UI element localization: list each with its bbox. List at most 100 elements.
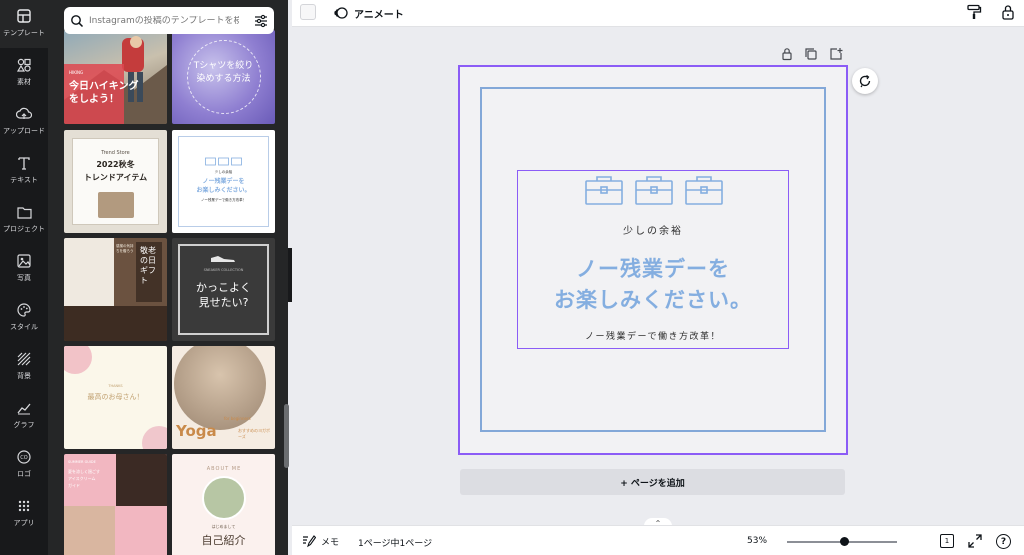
template-thumb-trend[interactable]: Trend Store 2022秋冬 トレンドアイテム (64, 130, 167, 233)
mini-headline: ノー残業デーを お楽しみください。 (196, 178, 251, 194)
respect-caption: 感謝の気持ちを贈ろう (116, 244, 134, 253)
refresh-comment-icon (859, 75, 871, 88)
panel-scrollbar[interactable] (284, 404, 289, 468)
sneaker-icon (211, 256, 235, 262)
lock-icon[interactable] (1000, 4, 1016, 20)
yoga-title: Yoga (176, 422, 217, 440)
rail-label: 写真 (17, 274, 31, 282)
rail-item-logo[interactable]: CO ロゴ (0, 441, 48, 489)
rail-label: 背景 (17, 372, 31, 380)
search-icon (71, 14, 84, 27)
ice-cream-title: 夏を涼しく過ごす アイスクリーム ガイド (68, 469, 101, 488)
rail-item-background[interactable]: 背景 (0, 343, 48, 391)
palette-icon (16, 302, 32, 318)
lock-page-icon[interactable] (780, 47, 794, 61)
profile-photo (202, 476, 246, 520)
rail-item-templates[interactable]: テンプレート (0, 0, 48, 48)
template-thumb-tiedye[interactable]: Tシャツを絞り 染めする方法 (172, 30, 275, 124)
rail-label: 素材 (17, 78, 31, 86)
canvas-stage: 少しの余裕 ノー残業デーを お楽しみください。 ノー残業デーで働き方改革！ + … (292, 27, 1024, 528)
template-thumb-mothers-day[interactable]: THANKS 最高のお母さん！ (64, 346, 167, 449)
template-thumb-yoga[interactable]: Yoga for beginners おすすめのヨガポーズ (172, 346, 275, 449)
text-icon (16, 155, 32, 171)
trend-photo (98, 192, 134, 218)
page-selection-outline (458, 65, 848, 455)
flower-decoration (142, 426, 167, 449)
notes-button[interactable]: メモ (302, 534, 339, 548)
add-page-icon[interactable] (829, 47, 843, 61)
template-search[interactable] (64, 7, 274, 34)
sneaker-caption: SNEAKER COLLECTION (203, 268, 244, 272)
template-thumb-no-overtime[interactable]: 少しの余裕 ノー残業デーを お楽しみください。 ノー残業デーで働き方改革！ (172, 130, 275, 233)
template-thumb-ice-cream[interactable]: SUMMER GUIDE 夏を涼しく過ごす アイスクリーム ガイド (64, 454, 167, 555)
upload-icon (16, 106, 32, 122)
apps-icon (16, 498, 32, 514)
page-count: 1ページ中1ページ (358, 539, 433, 549)
photo-icon (16, 253, 32, 269)
rail-item-uploads[interactable]: アップロード (0, 98, 48, 146)
filter-icon[interactable] (254, 14, 268, 28)
background-icon (16, 351, 32, 367)
mothers-title: 最高のお母さん！ (87, 393, 144, 401)
hiking-tag: HIKING (69, 70, 84, 75)
rail-item-projects[interactable]: プロジェクト (0, 196, 48, 244)
folder-icon (16, 204, 32, 220)
yoga-photo (174, 346, 266, 430)
about-sub: はじめまして (211, 524, 236, 529)
add-page-button[interactable]: + ページを追加 (460, 469, 845, 495)
fullscreen-icon[interactable] (968, 534, 982, 548)
bottom-bar: メモ 1ページ中1ページ 53% 1 ? (292, 525, 1024, 555)
sneaker-title: かっこよく 見せたい? (196, 281, 251, 309)
tea-photo (64, 238, 114, 306)
rail-item-photos[interactable]: 写真 (0, 245, 48, 293)
chart-icon (16, 400, 32, 416)
rail-item-charts[interactable]: グラフ (0, 392, 48, 440)
trend-title: 2022秋冬 トレンドアイテム (83, 160, 148, 182)
side-rail: テンプレート 素材 アップロード テキスト プロジェクト 写真 スタイル 背景 (0, 0, 48, 555)
search-input[interactable] (89, 15, 239, 26)
editor-toolbar: アニメート (292, 0, 1024, 27)
mothers-tag: THANKS (108, 384, 123, 388)
background-color-swatch[interactable] (300, 4, 316, 20)
animate-icon (334, 7, 348, 19)
yoga-note: おすすめのヨガポーズ (238, 428, 270, 439)
rail-label: テキスト (10, 176, 38, 184)
flower-decoration (64, 346, 92, 374)
notes-label: メモ (321, 537, 340, 548)
template-thumb-sneaker[interactable]: SNEAKER COLLECTION かっこよく 見せたい? (172, 238, 275, 341)
animate-button[interactable]: アニメート (334, 4, 404, 22)
rail-item-apps[interactable]: アプリ (0, 490, 48, 538)
template-icon (16, 8, 32, 24)
rail-item-elements[interactable]: 素材 (0, 49, 48, 97)
svg-text:CO: CO (20, 455, 27, 461)
help-button[interactable]: ? (996, 534, 1011, 549)
template-thumb-hiking[interactable]: HIKING 今日ハイキング をしよう！ (64, 30, 167, 124)
rail-label: ロゴ (17, 470, 31, 478)
duplicate-page-icon[interactable] (804, 47, 818, 61)
template-panel: HIKING 今日ハイキング をしよう！ Tシャツを絞り 染めする方法 Trend … (48, 0, 288, 555)
rail-label: アップロード (3, 127, 45, 135)
page-grid-button[interactable]: 1 (940, 534, 954, 548)
hiking-title: 今日ハイキング をしよう！ (69, 81, 139, 105)
rail-label: テンプレート (3, 29, 45, 37)
elements-icon (16, 57, 32, 73)
logo-icon: CO (16, 449, 32, 465)
trend-store-label: Trend Store (101, 150, 130, 156)
template-thumb-respect-day[interactable]: 敬老の日 ギフト 感謝の気持ちを贈ろう (64, 238, 167, 341)
magic-refresh-button[interactable] (852, 68, 878, 94)
zoom-slider-handle[interactable] (840, 537, 849, 546)
rail-item-text[interactable]: テキスト (0, 147, 48, 195)
rail-label: アプリ (13, 519, 35, 527)
paint-roller-icon[interactable] (966, 4, 982, 20)
animate-label: アニメート (354, 9, 404, 21)
template-thumb-about-me[interactable]: ABOUT ME はじめまして 自己紹介 (172, 454, 275, 555)
rail-label: グラフ (13, 421, 35, 429)
about-title: 自己紹介 (201, 534, 246, 547)
sweets-photo (64, 306, 167, 341)
zoom-value[interactable]: 53% (747, 536, 767, 546)
notes-icon (303, 535, 316, 548)
mini-footer: ノー残業デーで働き方改革！ (200, 198, 247, 202)
mini-subtitle: 少しの余裕 (214, 170, 233, 174)
rail-item-styles[interactable]: スタイル (0, 294, 48, 342)
about-arc-text: ABOUT ME (206, 466, 242, 472)
